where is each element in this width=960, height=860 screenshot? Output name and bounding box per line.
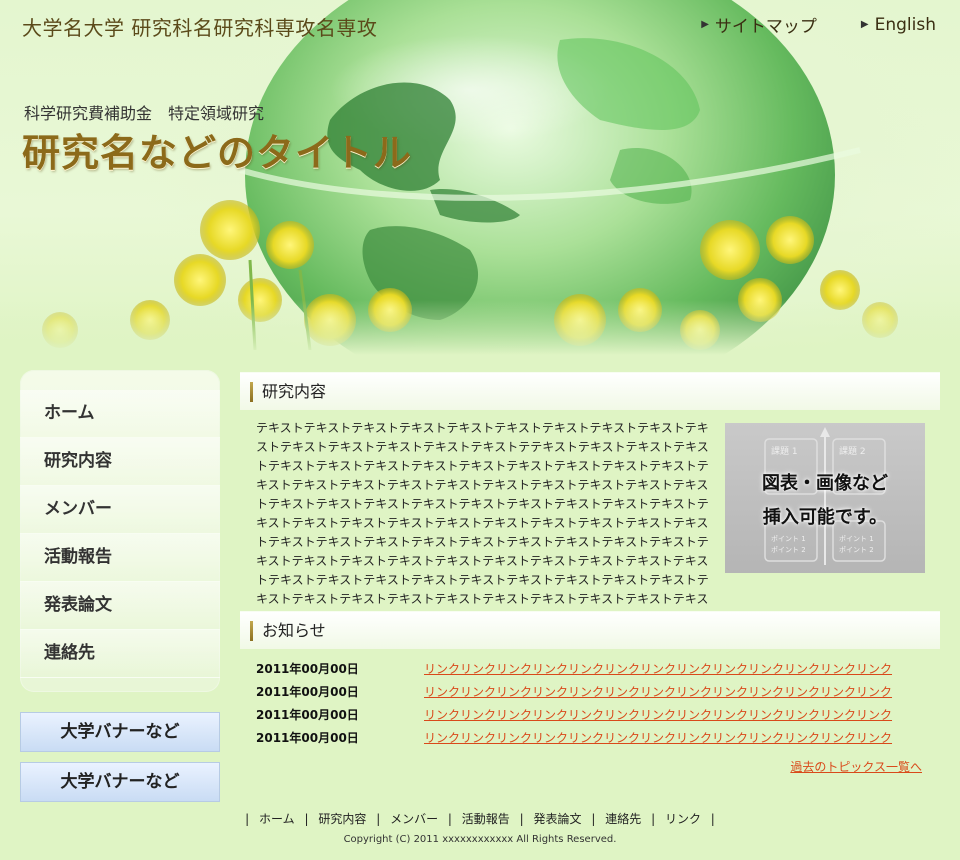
- news-date: 2011年00月00日: [256, 731, 359, 745]
- list-item: 2011年00月00日 リンクリンクリンクリンクリンクリンクリンクリンクリンクリ…: [256, 681, 936, 704]
- figure-placeholder-image: 課題 1 課題 2 ポイント 1 ポイント 2 ポイント 1 ポイント 2 図表…: [725, 423, 925, 573]
- sitemap-link[interactable]: ▶ サイトマップ: [701, 12, 817, 37]
- footer-separator: |: [591, 812, 596, 826]
- footer-link-activities[interactable]: 活動報告: [462, 812, 510, 826]
- footer-link-publications[interactable]: 発表論文: [534, 812, 582, 826]
- footer-link-members[interactable]: メンバー: [390, 812, 438, 826]
- news-date: 2011年00月00日: [256, 662, 359, 676]
- site-title: 研究名などのタイトル: [22, 131, 413, 175]
- footer-link-contact[interactable]: 連絡先: [605, 812, 641, 826]
- news-list: 2011年00月00日 リンクリンクリンクリンクリンクリンクリンクリンクリンクリ…: [256, 658, 936, 750]
- university-banner-2[interactable]: 大学バナーなど: [20, 762, 220, 802]
- footer-separator: |: [376, 812, 381, 826]
- copyright: Copyright (C) 2011 xxxxxxxxxxxx All Righ…: [343, 834, 617, 845]
- task2-label: 課題 2: [839, 445, 866, 457]
- sidebar-item-members[interactable]: メンバー: [20, 486, 220, 534]
- footer-nav: | ホーム | 研究内容 | メンバー | 活動報告 | 発表論文 | 連絡先 …: [0, 810, 960, 827]
- news-date: 2011年00月00日: [256, 685, 359, 699]
- news-heading-label: お知らせ: [262, 621, 326, 640]
- university-banner-1[interactable]: 大学バナーなど: [20, 712, 220, 752]
- figure-caption: 図表・画像など 挿入可能です。: [762, 473, 888, 528]
- footer-link-research[interactable]: 研究内容: [318, 812, 366, 826]
- heading-bar: [250, 382, 253, 402]
- footer-separator: |: [245, 812, 250, 826]
- task1-label: 課題 1: [771, 445, 798, 457]
- footer-separator: |: [519, 812, 524, 826]
- news-link[interactable]: リンクリンクリンクリンクリンクリンクリンクリンクリンクリンクリンクリンクリンク: [424, 681, 892, 704]
- header: 大学名大学 研究科名研究科専攻名専攻 ▶ サイトマップ ▶ English 科学…: [0, 0, 960, 355]
- list-item: 2011年00月00日 リンクリンクリンクリンクリンクリンクリンクリンクリンクリ…: [256, 727, 936, 750]
- past-topics-link[interactable]: 過去のトピックス一覧へ: [790, 758, 922, 775]
- sidebar-item-home[interactable]: ホーム: [20, 390, 220, 438]
- research-heading: 研究内容: [240, 372, 940, 410]
- university-name: 大学名大学 研究科名研究科専攻名専攻: [22, 16, 378, 40]
- news-link[interactable]: リンクリンクリンクリンクリンクリンクリンクリンクリンクリンクリンクリンクリンク: [424, 704, 892, 727]
- sidebar-item-research[interactable]: 研究内容: [20, 438, 220, 486]
- point2-label: ポイント 2: [839, 546, 874, 554]
- sidebar-item-publications[interactable]: 発表論文: [20, 582, 220, 630]
- point1-label: ポイント 1: [771, 535, 806, 543]
- sidebar-nav: ホーム 研究内容 メンバー 活動報告 発表論文 連絡先: [20, 370, 220, 692]
- research-heading-label: 研究内容: [262, 382, 327, 401]
- triangle-right-icon: ▶: [701, 19, 709, 30]
- footer-link-links[interactable]: リンク: [665, 812, 701, 826]
- triangle-right-icon: ▶: [860, 19, 869, 30]
- news-link[interactable]: リンクリンクリンクリンクリンクリンクリンクリンクリンクリンクリンクリンクリンク: [424, 727, 892, 750]
- top-links: ▶ サイトマップ ▶ English: [701, 12, 936, 38]
- list-item: 2011年00月00日 リンクリンクリンクリンクリンクリンクリンクリンクリンクリ…: [256, 658, 936, 681]
- heading-bar: [250, 621, 253, 641]
- point2-label: ポイント 2: [771, 546, 806, 554]
- footer-separator: |: [651, 812, 656, 826]
- footer-link-home[interactable]: ホーム: [259, 812, 295, 826]
- news-heading: お知らせ: [240, 611, 940, 649]
- header-globe-flowers-image: [0, 0, 960, 355]
- footer-separator: |: [710, 812, 715, 826]
- sidebar-item-contact[interactable]: 連絡先: [20, 630, 220, 678]
- sidebar-item-activities[interactable]: 活動報告: [20, 534, 220, 582]
- news-date: 2011年00月00日: [256, 708, 359, 722]
- english-link[interactable]: ▶ English: [861, 12, 936, 37]
- point1-label: ポイント 1: [839, 535, 874, 543]
- list-item: 2011年00月00日 リンクリンクリンクリンクリンクリンクリンクリンクリンクリ…: [256, 704, 936, 727]
- footer-separator: |: [304, 812, 309, 826]
- news-link[interactable]: リンクリンクリンクリンクリンクリンクリンクリンクリンクリンクリンクリンクリンク: [424, 658, 892, 681]
- footer-separator: |: [447, 812, 452, 826]
- grant-subtitle: 科学研究費補助金 特定領域研究: [24, 104, 265, 123]
